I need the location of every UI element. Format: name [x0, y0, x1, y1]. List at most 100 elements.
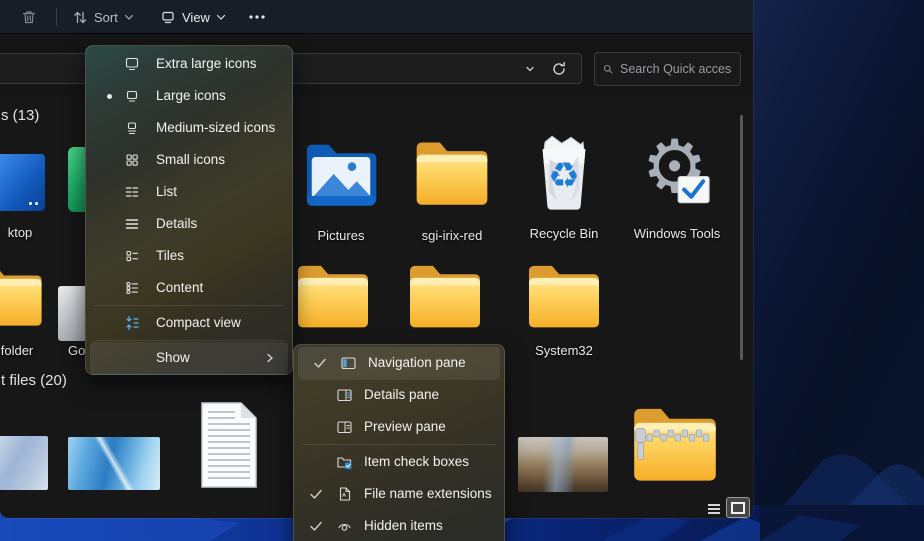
folder-icon	[416, 142, 488, 205]
zipped-folder-icon[interactable]	[630, 403, 720, 485]
menu-item-show[interactable]: Show	[90, 342, 288, 374]
preview-pane-icon	[337, 421, 352, 434]
refresh-button[interactable]	[549, 59, 569, 79]
vertical-scrollbar[interactable]	[740, 115, 743, 360]
submenu-item-hidden-items[interactable]: Hidden items	[294, 510, 504, 541]
menu-item-tiles[interactable]: Tiles	[86, 240, 292, 272]
svg-text:♻: ♻	[548, 155, 580, 196]
address-dropdown-button[interactable]	[523, 62, 537, 76]
show-submenu: Navigation pane Details pane Preview pan…	[293, 344, 505, 541]
submenu-item-navigation-pane[interactable]: Navigation pane	[298, 347, 500, 379]
ellipsis-icon	[249, 15, 265, 19]
toolbar-divider	[56, 8, 57, 26]
submenu-item-preview-pane[interactable]: Preview pane	[294, 411, 504, 443]
text-document-icon[interactable]	[196, 400, 262, 490]
file-tile-sgi-irix-red[interactable]: sgi-irix-red	[402, 137, 502, 243]
menu-item-label: Tiles	[156, 248, 185, 263]
menu-item-list[interactable]: List	[86, 176, 292, 208]
folder-icon[interactable]	[406, 261, 484, 331]
file-tile-pictures[interactable]: Pictures	[291, 137, 391, 243]
check-icon	[314, 358, 326, 368]
ellipsis-dot	[35, 202, 38, 205]
view-button-label: View	[182, 9, 210, 25]
selected-bullet-icon	[107, 94, 112, 99]
details-icon	[125, 219, 139, 229]
search-box[interactable]	[594, 52, 741, 86]
navigation-pane-icon	[341, 357, 356, 370]
thumbnail-view-button[interactable]	[726, 497, 750, 518]
see-more-button[interactable]	[238, 4, 276, 30]
submenu-item-details-pane[interactable]: Details pane	[294, 379, 504, 411]
file-tile-system32[interactable]: System32	[514, 261, 614, 358]
check-icon	[310, 489, 322, 499]
hidden-items-icon	[338, 523, 351, 531]
chevron-down-icon	[124, 14, 133, 20]
menu-item-label: Details	[156, 216, 198, 231]
group-header-recent-files: t files (20)	[1, 372, 67, 389]
submenu-item-label: Hidden items	[364, 518, 443, 533]
view-grid-icon	[162, 11, 174, 24]
menu-item-label: Content	[156, 280, 204, 295]
menu-item-label: Large icons	[156, 88, 226, 103]
menu-item-content[interactable]: Content	[86, 272, 292, 304]
tile-label: Pictures	[317, 228, 365, 243]
search-icon	[603, 64, 613, 74]
menu-item-label: Extra large icons	[156, 56, 257, 71]
menu-item-extra-large-icons[interactable]: Extra large icons	[86, 48, 292, 80]
menu-item-small-icons[interactable]: Small icons	[86, 144, 292, 176]
file-tile-recycle-bin[interactable]: ♻ Recycle Bin	[514, 135, 614, 241]
details-view-button[interactable]	[704, 500, 724, 517]
chevron-down-icon	[216, 14, 226, 20]
menu-item-details[interactable]: Details	[86, 208, 292, 240]
tile-label-desktop: ktop	[7, 225, 33, 240]
desktop-thumbnail-tile[interactable]	[0, 154, 45, 211]
menu-item-label: Small icons	[156, 152, 226, 167]
chevron-down-icon	[526, 66, 534, 72]
file-tile-windows-tools[interactable]: ⚙ Windows Tools	[627, 135, 727, 241]
menu-item-medium-sized-icons[interactable]: Medium-sized icons	[86, 112, 292, 144]
image-thumbnail-tile[interactable]	[518, 437, 608, 492]
image-thumbnail-tile[interactable]	[68, 437, 160, 490]
recycle-bin-icon: ♻	[542, 135, 586, 210]
check-icon	[310, 521, 322, 531]
submenu-item-item-check-boxes[interactable]: Item check boxes	[294, 446, 504, 478]
menu-item-label: Show	[156, 350, 190, 365]
view-dropdown-menu: Extra large icons Large icons Medium-siz…	[85, 45, 293, 375]
screen: Sort View Search Quick access s (13) kto…	[0, 0, 924, 541]
menu-item-compact-view[interactable]: Compact view	[86, 307, 292, 339]
submenu-item-file-name-extensions[interactable]: File name extensions	[294, 478, 504, 510]
sort-arrows-icon	[74, 11, 87, 23]
extra-large-icons-icon	[125, 57, 139, 71]
large-icons-icon	[126, 90, 138, 102]
windows-tools-gear-icon: ⚙	[642, 135, 710, 210]
wallpaper-ridges	[753, 454, 924, 541]
compact-view-icon	[126, 315, 139, 331]
image-thumbnail-tile[interactable]	[0, 436, 48, 490]
submenu-item-label: Details pane	[364, 387, 440, 402]
view-button[interactable]: View	[152, 4, 234, 30]
thumbnail-view-icon	[731, 501, 745, 514]
submenu-item-label: Navigation pane	[368, 355, 466, 370]
menu-separator	[94, 340, 284, 341]
refresh-icon	[553, 61, 565, 75]
small-icons-icon	[126, 154, 138, 166]
search-input[interactable]	[620, 62, 732, 76]
ellipsis-dot	[29, 202, 32, 205]
tile-label: Windows Tools	[633, 226, 721, 241]
folder-icon[interactable]	[294, 261, 372, 331]
folder-icon	[529, 265, 599, 328]
menu-item-label: Medium-sized icons	[156, 120, 276, 135]
delete-button[interactable]	[12, 4, 46, 30]
file-extensions-icon	[339, 487, 351, 501]
partial-icon-tile[interactable]	[58, 286, 88, 341]
pictures-folder-icon	[306, 144, 377, 206]
wallpaper-right	[753, 0, 924, 541]
sort-button[interactable]: Sort	[64, 4, 142, 30]
folder-icon[interactable]	[0, 261, 45, 331]
chevron-right-icon	[267, 353, 273, 363]
menu-item-label: Compact view	[156, 315, 241, 330]
tile-label-folder: folder	[0, 343, 34, 358]
menu-item-large-icons[interactable]: Large icons	[86, 80, 292, 112]
sort-button-label: Sort	[94, 9, 118, 25]
menu-item-label: List	[156, 184, 178, 199]
